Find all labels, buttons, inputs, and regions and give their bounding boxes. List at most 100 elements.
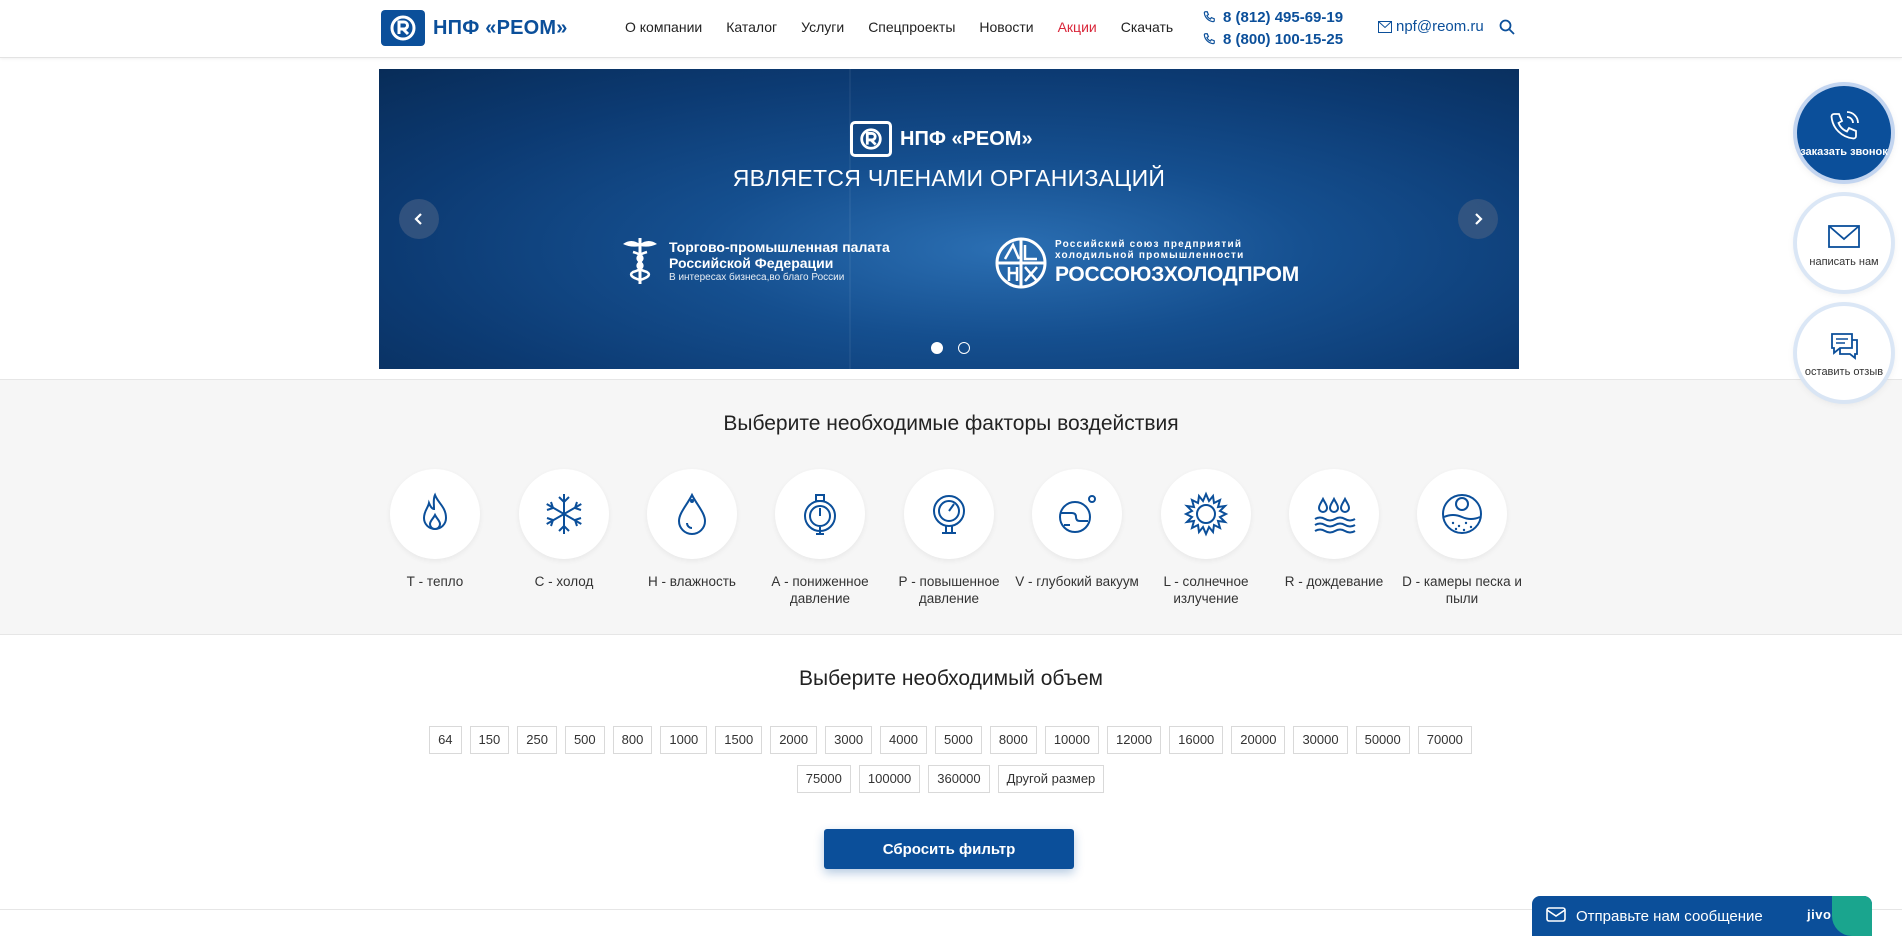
factor-label: R - дождевание [1284, 574, 1384, 589]
site-logo[interactable]: НПФ «РЕОМ» [381, 10, 568, 46]
nav-item-about[interactable]: О компании [625, 19, 702, 35]
volume-option[interactable]: 250 [517, 726, 557, 754]
slider-next-button[interactable] [1458, 199, 1498, 239]
chevron-left-icon [414, 213, 422, 225]
slider-dot-2[interactable] [958, 342, 970, 354]
factor-label: Р - повышенное давление [898, 574, 1000, 606]
factor-solar[interactable]: L - солнечное излучение [1142, 469, 1270, 607]
org-rosholod: Российский союз предприятий холодильной … [995, 237, 1299, 289]
email-text: npf@reom.ru [1396, 18, 1484, 35]
factor-cold[interactable]: С - холод [500, 469, 628, 590]
leave-review-button[interactable]: оставить отзыв [1797, 306, 1891, 400]
volume-option[interactable]: 20000 [1231, 726, 1286, 754]
chat-widget[interactable]: Отправьте нам сообщение jivo [1532, 896, 1872, 936]
volume-option[interactable]: 70000 [1417, 726, 1472, 754]
hero-slider: НПФ «РЕОМ» ЯВЛЯЕТСЯ ЧЛЕНАМИ ОРГАНИЗАЦИЙ … [379, 69, 1519, 369]
factor-humidity[interactable]: Н - влажность [628, 469, 756, 590]
phone-list: 8 (812) 495-69-19 8 (800) 100-15-25 [1202, 6, 1343, 50]
order-call-button[interactable]: заказать звонок [1797, 86, 1891, 180]
jivo-logo: jivo [1807, 907, 1832, 922]
factor-heat[interactable]: Т - тепло [371, 469, 499, 590]
org-rosholod-line1: Российский союз предприятий [1055, 239, 1243, 250]
factor-rain[interactable]: R - дождевание [1270, 469, 1398, 590]
nav-item-download[interactable]: Скачать [1121, 19, 1174, 35]
slide-logo: НПФ «РЕОМ» [850, 121, 1033, 157]
volume-option[interactable]: 8000 [989, 726, 1037, 754]
factors-title: Выберите необходимые факторы воздействия [723, 412, 1179, 435]
logo-icon [850, 121, 892, 157]
factor-label: D - камеры песка и пыли [1402, 574, 1522, 606]
chat-widget-corner [1832, 896, 1872, 936]
search-icon[interactable] [1499, 19, 1515, 35]
factors-section: Выберите необходимые факторы воздействия… [0, 379, 1902, 635]
volume-option[interactable]: 12000 [1106, 726, 1162, 754]
factor-label: L - солнечное излучение [1163, 574, 1249, 606]
dust-icon [1442, 494, 1482, 534]
volume-option[interactable]: 4000 [880, 726, 927, 754]
leave-review-label: оставить отзыв [1804, 366, 1884, 378]
factor-label: Н - влажность [648, 574, 736, 589]
slider-prev-button[interactable] [399, 199, 439, 239]
volume-option[interactable]: 3000 [825, 726, 873, 754]
volume-option[interactable]: 16000 [1169, 726, 1224, 754]
reset-filter-button[interactable]: Сбросить фильтр [824, 829, 1074, 869]
slide-logo-text: НПФ «РЕОМ» [900, 127, 1033, 150]
email-link[interactable]: npf@reom.ru [1378, 18, 1484, 35]
org-rosholod-name: РОССОЮЗХОЛОДПРОМ [1055, 263, 1299, 286]
volume-options: 64 150 250 500 800 1000 1500 2000 3000 4000 5000 80… [378, 726, 1523, 804]
volume-option[interactable]: 30000 [1293, 726, 1348, 754]
caduceus-icon [623, 238, 657, 284]
volume-option[interactable]: 500 [564, 726, 605, 754]
sun-icon [1183, 491, 1229, 537]
volume-option[interactable]: 50000 [1355, 726, 1410, 754]
volume-option[interactable]: 10000 [1044, 726, 1099, 754]
message-icon [1546, 907, 1566, 922]
volume-option[interactable]: 1500 [715, 726, 763, 754]
phone-link-spb[interactable]: 8 (812) 495-69-19 [1202, 6, 1343, 28]
slider-dot-1[interactable] [931, 342, 943, 354]
mail-icon [1828, 225, 1860, 248]
volume-option-other[interactable]: Другой размер [997, 765, 1105, 793]
org-tpp-slogan: В интересах бизнеса,во благо России [669, 272, 845, 283]
volume-option[interactable]: 800 [612, 726, 653, 754]
order-call-label: заказать звонок [1800, 146, 1888, 158]
logo-text: НПФ «РЕОМ» [433, 16, 568, 39]
main-nav: О компании Каталог Услуги Спецпроекты Но… [625, 19, 1197, 35]
nav-item-promotions[interactable]: Акции [1058, 19, 1097, 35]
chat-bubbles-icon [1831, 333, 1858, 360]
phone-link-federal[interactable]: 8 (800) 100-15-25 [1202, 28, 1343, 50]
volume-option[interactable]: 64 [429, 726, 462, 754]
volume-option[interactable]: 2000 [770, 726, 818, 754]
gauge-high-icon [933, 495, 965, 534]
phone-icon [1203, 11, 1215, 23]
volume-option[interactable]: 5000 [934, 726, 982, 754]
factor-vacuum[interactable]: V - глубокий вакуум [1013, 469, 1141, 590]
volume-option[interactable]: 100000 [858, 765, 921, 793]
write-us-button[interactable]: написать нам [1797, 196, 1891, 290]
factor-label: А - пониженное давление [771, 574, 869, 606]
factor-label: V - глубокий вакуум [1015, 574, 1139, 589]
write-us-label: написать нам [1809, 256, 1879, 268]
gauge-low-icon [804, 494, 836, 535]
rosholod-emblem-icon [995, 237, 1047, 289]
phone-number: 8 (800) 100-15-25 [1223, 30, 1344, 48]
logo-icon [381, 10, 425, 46]
volume-option[interactable]: 150 [469, 726, 510, 754]
factor-dust[interactable]: D - камеры песка и пыли [1398, 469, 1526, 607]
nav-item-catalog[interactable]: Каталог [726, 19, 777, 35]
nav-item-news[interactable]: Новости [979, 19, 1033, 35]
nav-item-services[interactable]: Услуги [801, 19, 844, 35]
phone-icon [1830, 111, 1859, 140]
site-header: НПФ «РЕОМ» О компании Каталог Услуги Спе… [0, 0, 1902, 58]
volume-option[interactable]: 75000 [796, 765, 851, 793]
rain-icon [1314, 496, 1356, 534]
factor-low-pressure[interactable]: А - пониженное давление [756, 469, 884, 607]
volume-title: Выберите необходимый объем [799, 667, 1103, 690]
volume-option[interactable]: 360000 [928, 765, 990, 793]
nav-item-special-projects[interactable]: Спецпроекты [868, 19, 955, 35]
factor-high-pressure[interactable]: Р - повышенное давление [885, 469, 1013, 607]
org-rosholod-line2: холодильной промышленности [1055, 250, 1245, 261]
chevron-right-icon [1475, 213, 1483, 225]
volume-option[interactable]: 1000 [660, 726, 708, 754]
chat-label: Отправьте нам сообщение [1576, 907, 1763, 925]
